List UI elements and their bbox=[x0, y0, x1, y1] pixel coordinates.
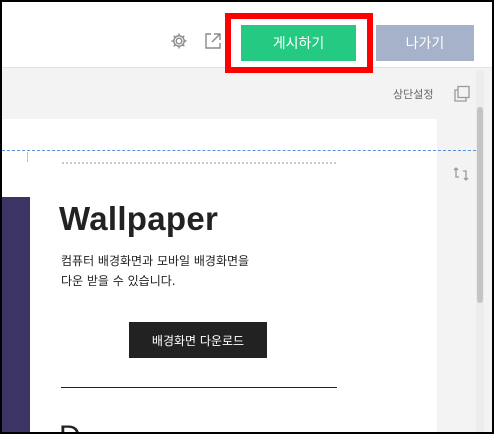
description-line: 다운 받을 수 있습니다. bbox=[61, 274, 176, 288]
divider bbox=[61, 387, 337, 388]
section-guide-line bbox=[2, 150, 476, 151]
gear-icon[interactable] bbox=[169, 31, 189, 51]
image-block[interactable] bbox=[2, 197, 30, 432]
description[interactable]: 컴퓨터 배경화면과 모바일 배경화면을 다운 받을 수 있습니다. bbox=[61, 251, 249, 291]
publish-highlight-box bbox=[225, 13, 373, 73]
guide-tick bbox=[27, 152, 28, 162]
download-wallpaper-button[interactable]: 배경화면 다운로드 bbox=[129, 322, 267, 358]
page-title[interactable]: Wallpaper bbox=[59, 200, 218, 238]
top-bar: 게시하기 나가기 bbox=[2, 2, 492, 73]
copy-icon[interactable] bbox=[452, 84, 472, 104]
dotted-separator bbox=[62, 162, 336, 164]
top-settings-label[interactable]: 상단설정 bbox=[393, 86, 433, 102]
scrollbar-thumb[interactable] bbox=[477, 107, 483, 303]
swap-icon[interactable] bbox=[451, 164, 471, 184]
exit-button[interactable]: 나가기 bbox=[376, 25, 474, 61]
editor-window: 게시하기 나가기 상단설정 Wallpaper 컴퓨터 배경화면과 모바일 배경… bbox=[2, 2, 492, 432]
external-link-icon[interactable] bbox=[203, 31, 223, 51]
description-line: 컴퓨터 배경화면과 모바일 배경화면을 bbox=[61, 254, 250, 268]
next-section-heading[interactable]: D bbox=[59, 420, 81, 432]
